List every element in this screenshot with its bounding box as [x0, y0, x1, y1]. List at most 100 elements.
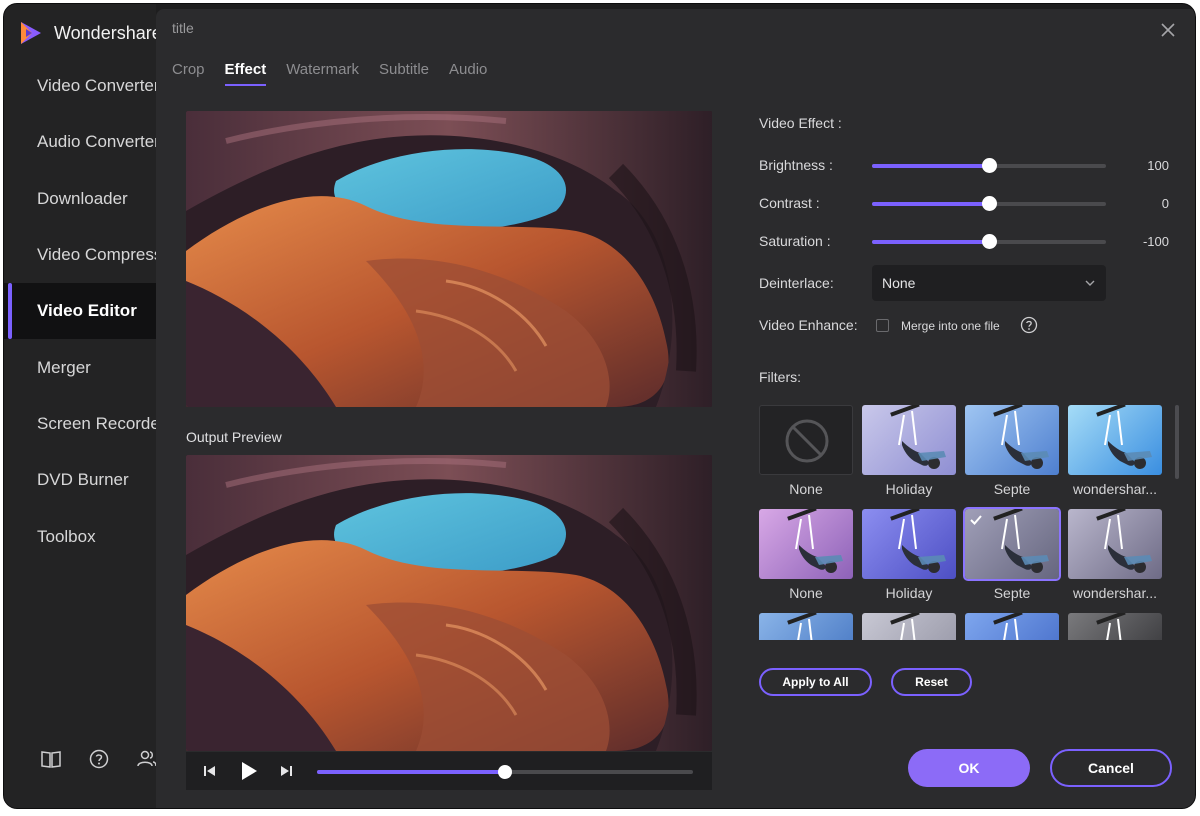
original-preview	[186, 111, 712, 407]
filter-name: Septe	[993, 481, 1031, 497]
skater-image	[1095, 405, 1153, 470]
brand: Wondershare	[18, 18, 162, 48]
sidebar-item-dvd-burner[interactable]: DVD Burner	[4, 452, 156, 508]
filter-thumb-row3-3[interactable]	[965, 613, 1059, 640]
filters-grid: None Holiday Septe wondershar... None Ho…	[759, 405, 1169, 640]
play-icon[interactable]	[236, 759, 260, 783]
deinterlace-label: Deinterlace:	[759, 275, 834, 291]
cancel-button[interactable]: Cancel	[1050, 749, 1172, 787]
filter-name: None	[789, 481, 823, 497]
filter-name: None	[789, 585, 823, 601]
seek-fill	[317, 770, 505, 774]
seek-bar[interactable]	[317, 765, 693, 779]
brightness-value: 100	[1147, 158, 1169, 173]
help-icon[interactable]	[1020, 316, 1038, 334]
filter-name: wondershar...	[1072, 585, 1158, 601]
filter-name: Holiday	[885, 481, 933, 497]
filter-thumb-row3-4[interactable]	[1068, 613, 1162, 640]
brightness-slider[interactable]	[872, 158, 1106, 173]
saturation-slider-fill	[872, 240, 989, 244]
tab-watermark[interactable]: Watermark	[286, 61, 359, 86]
filter-thumb-septe-2[interactable]	[963, 507, 1061, 581]
video-enhance-label: Video Enhance:	[759, 317, 858, 333]
brightness-slider-handle[interactable]	[982, 158, 997, 173]
filter-thumb-row3-2[interactable]	[862, 613, 956, 640]
sidebar-item-screen-recorder[interactable]: Screen Recorder	[4, 396, 166, 452]
sidebar-footer	[40, 748, 158, 770]
original-preview-image	[186, 111, 712, 407]
checkmark-icon	[970, 515, 982, 525]
users-icon[interactable]	[136, 748, 158, 770]
sidebar-item-merger[interactable]: Merger	[4, 340, 156, 396]
seek-handle[interactable]	[498, 765, 512, 779]
contrast-slider-fill	[872, 202, 989, 206]
skater-image	[786, 613, 844, 640]
dialog-title: title	[172, 20, 194, 36]
tab-subtitle[interactable]: Subtitle	[379, 61, 429, 86]
skater-image	[1095, 509, 1153, 574]
sidebar-item-video-compressor[interactable]: Video Compressor	[4, 227, 177, 283]
ok-button[interactable]: OK	[908, 749, 1030, 787]
saturation-value: -100	[1142, 234, 1169, 249]
contrast-slider-handle[interactable]	[982, 196, 997, 211]
chevron-down-icon	[1085, 280, 1095, 286]
tab-bar: Crop Effect Watermark Subtitle Audio	[172, 61, 507, 86]
filter-thumb-wondershare-2[interactable]	[1068, 509, 1162, 579]
merge-checkbox[interactable]	[876, 319, 889, 332]
sidebar: Wondershare Video Converter Audio Conver…	[4, 4, 177, 808]
tab-crop[interactable]: Crop	[172, 61, 205, 86]
app-window: Wondershare Video Converter Audio Conver…	[3, 3, 1196, 809]
filter-thumb-none-2[interactable]	[759, 509, 853, 579]
next-frame-icon[interactable]	[276, 761, 296, 781]
previous-frame-icon[interactable]	[200, 761, 220, 781]
apply-to-all-button[interactable]: Apply to All	[759, 668, 872, 696]
filter-thumb-holiday[interactable]	[862, 405, 956, 475]
video-effect-heading: Video Effect :	[759, 115, 842, 131]
sidebar-item-toolbox[interactable]: Toolbox	[4, 509, 156, 565]
book-icon[interactable]	[40, 748, 62, 770]
player-controls	[186, 752, 712, 790]
skater-image	[992, 405, 1050, 470]
skater-image	[1095, 613, 1153, 640]
contrast-label: Contrast :	[759, 195, 820, 211]
help-circle-icon[interactable]	[88, 748, 110, 770]
deinterlace-select[interactable]: None	[872, 265, 1106, 301]
saturation-slider-handle[interactable]	[982, 234, 997, 249]
brightness-label: Brightness :	[759, 157, 833, 173]
effect-dialog: title Crop Effect Watermark Subtitle Aud…	[156, 9, 1195, 808]
skater-image	[786, 509, 844, 574]
merge-checkbox-label: Merge into one file	[901, 319, 1000, 333]
filter-thumb-holiday-2[interactable]	[862, 509, 956, 579]
filter-thumb-septe[interactable]	[965, 405, 1059, 475]
sidebar-item-video-editor[interactable]: Video Editor	[4, 283, 156, 339]
tab-audio[interactable]: Audio	[449, 61, 487, 86]
sidebar-item-audio-converter[interactable]: Audio Converter	[4, 114, 160, 170]
sidebar-item-downloader[interactable]: Downloader	[4, 171, 156, 227]
saturation-label: Saturation :	[759, 233, 831, 249]
filter-name: wondershar...	[1072, 481, 1158, 497]
skater-image	[889, 509, 947, 574]
filters-heading: Filters:	[759, 369, 801, 385]
reset-button[interactable]: Reset	[891, 668, 972, 696]
brand-name: Wondershare	[54, 22, 162, 43]
filter-thumb-wondershare[interactable]	[1068, 405, 1162, 475]
filter-thumb-row3-1[interactable]	[759, 613, 853, 640]
output-preview	[186, 455, 712, 751]
filter-name: Holiday	[885, 585, 933, 601]
skater-image	[992, 613, 1050, 640]
no-filter-icon	[785, 419, 829, 463]
deinterlace-selected-value: None	[882, 275, 916, 291]
contrast-slider[interactable]	[872, 196, 1106, 211]
contrast-value: 0	[1161, 196, 1169, 211]
output-preview-image	[186, 455, 712, 751]
skater-image	[889, 613, 947, 640]
filters-scrollbar[interactable]	[1175, 405, 1179, 479]
brightness-slider-fill	[872, 164, 989, 168]
close-icon[interactable]	[1159, 21, 1177, 39]
saturation-slider[interactable]	[872, 234, 1106, 249]
skater-image	[889, 405, 947, 470]
filter-thumb-none[interactable]	[759, 405, 853, 475]
sidebar-item-video-converter[interactable]: Video Converter	[4, 58, 160, 114]
filter-name: Septe	[993, 585, 1031, 601]
tab-effect[interactable]: Effect	[224, 61, 267, 86]
